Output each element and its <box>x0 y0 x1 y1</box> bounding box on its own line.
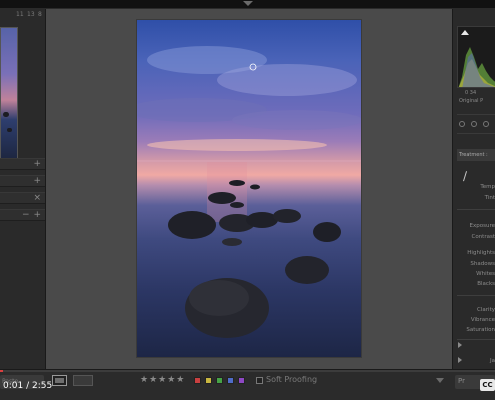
color-label-red[interactable] <box>194 377 201 384</box>
treatment-label: Treatment : <box>457 149 495 161</box>
left-panel: 11 13 8 + + × − + <box>0 9 46 369</box>
exposure-label: Exposure <box>469 223 495 229</box>
contrast-label: Contrast <box>471 234 495 240</box>
rock-shape <box>7 128 12 132</box>
red-eye-icon[interactable] <box>483 121 489 127</box>
chevron-down-icon[interactable] <box>436 378 444 383</box>
right-panel: 0 34 Original P Treatment : ∕ Temp Tint … <box>452 9 495 369</box>
panel-row-presets[interactable]: + <box>0 158 45 170</box>
navigator-thumbnail[interactable] <box>0 27 18 160</box>
crop-tool-icon[interactable] <box>459 121 465 127</box>
zoom-option[interactable]: 13 <box>27 11 35 18</box>
color-label-yellow[interactable] <box>205 377 212 384</box>
tint-label: Tint <box>484 195 495 201</box>
triangle-right-icon[interactable] <box>458 342 462 348</box>
original-photo-label[interactable]: Original P <box>459 98 483 104</box>
bottom-toolbar: Paste ★★★★★ Soft Proofing Pr <box>0 369 495 400</box>
triangle-right-icon[interactable] <box>458 357 462 363</box>
seascape-image <box>137 46 361 338</box>
remove-icon[interactable]: − <box>22 210 30 221</box>
top-panel-bar[interactable] <box>0 0 495 9</box>
tool-strip <box>457 114 495 134</box>
add-icon[interactable]: + <box>33 210 41 221</box>
panel-row-history[interactable]: × <box>0 192 45 204</box>
vibrance-label: Vibrance <box>470 317 495 323</box>
video-progress-bar[interactable] <box>0 370 495 372</box>
color-label-green[interactable] <box>216 377 223 384</box>
histogram-graph <box>458 47 495 87</box>
saturation-label: Saturation <box>466 327 495 333</box>
panel-row-snapshots[interactable]: + <box>0 175 45 187</box>
histogram-info: 0 34 <box>465 90 477 96</box>
rock-shape <box>3 112 9 117</box>
add-icon[interactable]: + <box>33 159 41 170</box>
divider <box>457 339 495 340</box>
divider <box>457 209 495 210</box>
soft-proofing-label: Soft Proofing <box>266 375 318 384</box>
blacks-label: Blacks <box>477 281 495 287</box>
image-canvas[interactable] <box>46 9 452 369</box>
main-photo[interactable] <box>136 19 362 358</box>
color-label-blue[interactable] <box>227 377 234 384</box>
video-progress-fill <box>0 370 3 372</box>
spot-removal-icon[interactable] <box>471 121 477 127</box>
soft-proofing-checkbox[interactable] <box>256 377 263 384</box>
navigator-zoom-options: 11 13 8 <box>0 11 46 21</box>
divider <box>457 295 495 296</box>
video-time: 0:01 / 2:55 <box>3 381 53 391</box>
before-after-view-icon[interactable] <box>73 375 93 386</box>
star-rating[interactable]: ★★★★★ <box>140 375 185 385</box>
add-icon[interactable]: + <box>33 176 41 187</box>
panel-row-collections[interactable]: − + <box>0 209 45 221</box>
color-label-purple[interactable] <box>238 377 245 384</box>
clear-icon[interactable]: × <box>33 193 41 204</box>
zoom-option[interactable]: 8 <box>38 11 42 18</box>
captions-button[interactable]: CC <box>480 379 495 391</box>
shadows-label: Shadows <box>470 261 495 267</box>
zoom-option[interactable]: 11 <box>16 11 24 18</box>
temp-label: Temp <box>480 184 495 190</box>
loupe-view-icon[interactable] <box>52 375 67 386</box>
eyedropper-icon[interactable]: ∕ <box>463 169 467 183</box>
histogram <box>457 26 495 88</box>
clarity-label: Clarity <box>477 307 495 313</box>
shadow-clipping-icon[interactable] <box>461 30 469 35</box>
panel-section-label: Ja <box>490 358 495 364</box>
whites-label: Whites <box>476 271 495 277</box>
highlights-label: Highlights <box>467 250 495 256</box>
triangle-down-icon[interactable] <box>243 1 253 6</box>
